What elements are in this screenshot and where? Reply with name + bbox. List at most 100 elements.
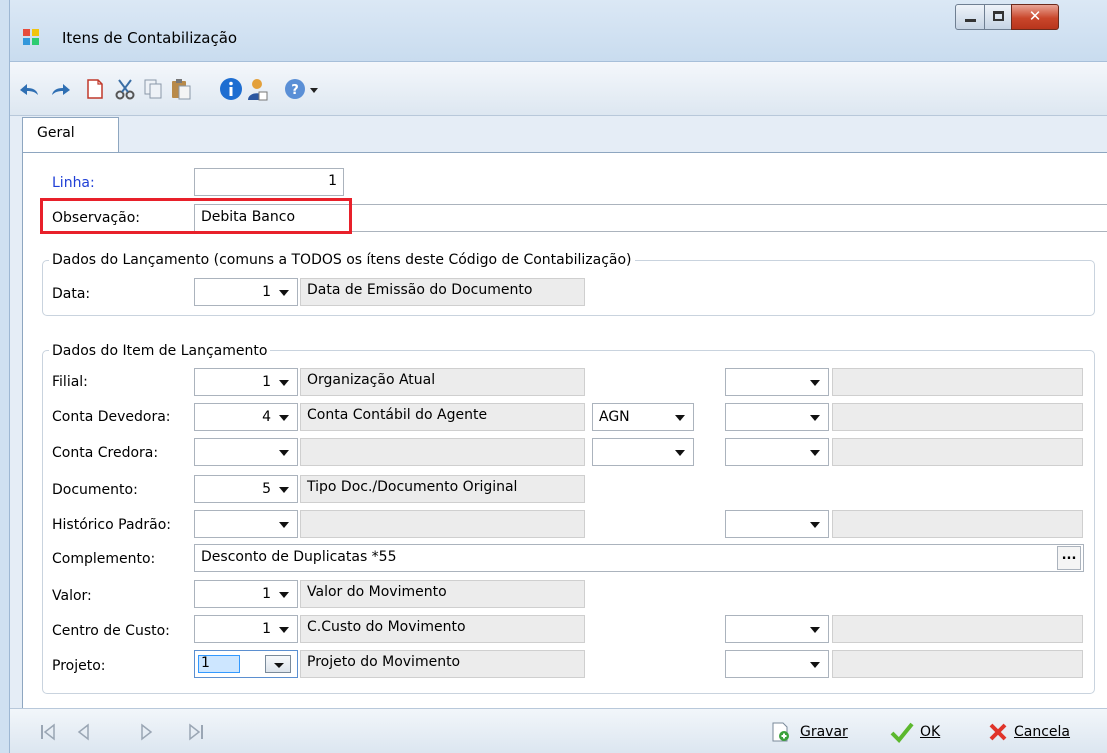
- copy-icon[interactable]: [140, 76, 166, 102]
- conta-devedora-description: Conta Contábil do Agente: [300, 403, 585, 431]
- chevron-down-icon: [675, 450, 685, 456]
- chevron-down-icon: [810, 380, 820, 386]
- filial-description: Organização Atual: [300, 368, 585, 396]
- linha-input[interactable]: 1: [194, 168, 344, 196]
- next-record-icon[interactable]: [136, 722, 156, 742]
- chevron-down-icon: [279, 487, 289, 493]
- conta-devedora-select[interactable]: 4: [194, 403, 298, 431]
- projeto-select[interactable]: 1: [194, 650, 298, 678]
- conta-devedora-type-value: AGN: [599, 409, 630, 425]
- user-properties-icon[interactable]: [244, 76, 270, 102]
- centro-custo-description: C.Custo do Movimento: [300, 615, 585, 643]
- left-border: [0, 0, 10, 753]
- chevron-down-icon: [279, 522, 289, 528]
- undo-icon[interactable]: [16, 76, 42, 102]
- conta-credora-extra-select[interactable]: [725, 438, 829, 466]
- chevron-down-icon: [810, 415, 820, 421]
- chevron-down-icon: [810, 662, 820, 668]
- documento-value: 5: [262, 481, 271, 497]
- filial-extra-select[interactable]: [725, 368, 829, 396]
- conta-devedora-extra-select[interactable]: [725, 403, 829, 431]
- maximize-button[interactable]: [984, 4, 1012, 30]
- cut-icon[interactable]: [112, 76, 138, 102]
- tab-geral-label: Geral: [37, 125, 75, 141]
- conta-credora-type-select[interactable]: [592, 438, 694, 466]
- cancel-label: Cancela: [1014, 724, 1071, 740]
- valor-label: Valor:: [52, 588, 92, 604]
- data-description: Data de Emissão do Documento: [300, 278, 585, 306]
- valor-value: 1: [262, 586, 271, 602]
- chevron-down-icon: [279, 290, 289, 296]
- help-icon[interactable]: ?: [282, 76, 308, 102]
- valor-select[interactable]: 1: [194, 580, 298, 608]
- chevron-down-icon: [810, 450, 820, 456]
- window-title: Itens de Contabilização: [62, 29, 238, 47]
- chevron-down-icon: [279, 380, 289, 386]
- highlight-box: [40, 198, 352, 234]
- data-label: Data:: [52, 286, 91, 302]
- conta-devedora-extra-description: [832, 403, 1083, 431]
- lancamento-legend: Dados do Lançamento (comuns a TODOS os í…: [49, 251, 635, 269]
- centro-custo-label: Centro de Custo:: [52, 623, 170, 639]
- save-icon: [772, 722, 789, 742]
- valor-description: Valor do Movimento: [300, 580, 585, 608]
- help-dropdown-arrow-icon[interactable]: [308, 76, 320, 102]
- bottom-bar: Gravar OK Cancela: [10, 708, 1107, 753]
- projeto-label: Projeto:: [52, 658, 106, 674]
- projeto-selection: 1: [198, 655, 240, 673]
- historico-label: Histórico Padrão:: [52, 517, 172, 533]
- chevron-down-icon: [279, 627, 289, 633]
- chevron-down-icon: [279, 450, 289, 456]
- redo-icon[interactable]: [48, 76, 74, 102]
- last-record-icon[interactable]: [186, 722, 206, 742]
- close-button[interactable]: ✕: [1011, 4, 1059, 30]
- filial-value: 1: [262, 374, 271, 390]
- data-value: 1: [262, 284, 271, 300]
- conta-devedora-type-select[interactable]: AGN: [592, 403, 694, 431]
- centro-custo-extra-select[interactable]: [725, 615, 829, 643]
- paste-icon[interactable]: [168, 76, 194, 102]
- complemento-browse-button[interactable]: ...: [1057, 546, 1081, 570]
- conta-credora-description: [300, 438, 585, 466]
- info-icon[interactable]: [218, 76, 244, 102]
- minimize-button[interactable]: [955, 4, 985, 30]
- first-record-icon[interactable]: [38, 722, 58, 742]
- previous-record-icon[interactable]: [74, 722, 94, 742]
- conta-devedora-value: 4: [262, 409, 271, 425]
- maximize-icon: [993, 11, 1004, 21]
- historico-select[interactable]: [194, 510, 298, 538]
- close-icon: ✕: [1028, 7, 1042, 25]
- documento-description: Tipo Doc./Documento Original: [300, 475, 585, 503]
- complemento-label: Complemento:: [52, 551, 156, 567]
- toolbar: ?: [10, 62, 1107, 116]
- conta-credora-label: Conta Credora:: [52, 445, 159, 461]
- historico-description: [300, 510, 585, 538]
- item-legend: Dados do Item de Lançamento: [49, 342, 271, 360]
- centro-custo-value: 1: [262, 621, 271, 637]
- tab-geral[interactable]: Geral: [22, 117, 119, 153]
- centro-custo-select[interactable]: 1: [194, 615, 298, 643]
- chevron-down-icon: [274, 663, 284, 668]
- svg-text:?: ?: [291, 83, 299, 98]
- minimize-icon: [965, 19, 976, 22]
- historico-extra-description: [832, 510, 1083, 538]
- cancel-icon: [989, 723, 1007, 741]
- title-bar: Itens de Contabilização ✕: [10, 0, 1107, 62]
- ok-label: OK: [920, 724, 941, 740]
- save-label: Gravar: [800, 724, 848, 740]
- complemento-input[interactable]: Desconto de Duplicatas *55: [194, 544, 1084, 572]
- chevron-down-icon: [810, 522, 820, 528]
- projeto-dropdown-button[interactable]: [265, 655, 291, 673]
- projeto-value: 1: [201, 655, 210, 671]
- documento-label: Documento:: [52, 482, 138, 498]
- data-select[interactable]: 1: [194, 278, 298, 306]
- new-document-icon[interactable]: [82, 76, 108, 102]
- conta-devedora-label: Conta Devedora:: [52, 409, 171, 425]
- projeto-extra-select[interactable]: [725, 650, 829, 678]
- conta-credora-select[interactable]: [194, 438, 298, 466]
- centro-custo-extra-description: [832, 615, 1083, 643]
- documento-select[interactable]: 5: [194, 475, 298, 503]
- filial-select[interactable]: 1: [194, 368, 298, 396]
- historico-extra-select[interactable]: [725, 510, 829, 538]
- chevron-down-icon: [279, 592, 289, 598]
